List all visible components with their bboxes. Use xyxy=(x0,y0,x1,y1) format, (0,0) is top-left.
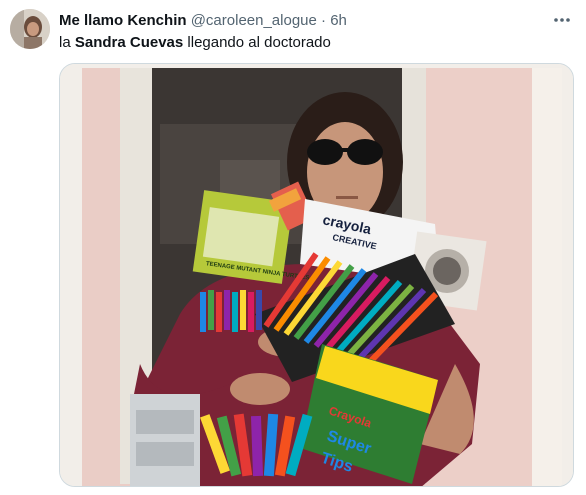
photo-scene: TEENAGE MUTANT NINJA TURTLES crayola CRE… xyxy=(60,64,573,486)
more-options-button[interactable] xyxy=(550,10,574,30)
tweet-media-photo[interactable]: TEENAGE MUTANT NINJA TURTLES crayola CRE… xyxy=(59,63,574,487)
tweet-timestamp[interactable]: 6h xyxy=(330,12,347,29)
avatar[interactable] xyxy=(10,9,50,49)
author-display-name[interactable]: Me llamo Kenchin xyxy=(59,12,187,29)
tweet-text: la Sandra Cuevas llegando al doctorado xyxy=(59,33,331,53)
tweet-header: Me llamo Kenchin @caroleen_alogue · 6h xyxy=(59,11,347,31)
tweet-text-bold: Sandra Cuevas xyxy=(74,34,184,51)
more-horizontal-icon xyxy=(554,18,570,22)
tweet-text-prefix: la xyxy=(59,34,75,51)
plastic-drawers xyxy=(130,394,200,486)
separator-dot: · xyxy=(321,12,327,29)
author-handle[interactable]: @caroleen_alogue xyxy=(191,12,317,29)
tweet-text-suffix: llegando al doctorado xyxy=(183,34,331,51)
tweet[interactable]: Me llamo Kenchin @caroleen_alogue · 6h l… xyxy=(0,0,586,495)
